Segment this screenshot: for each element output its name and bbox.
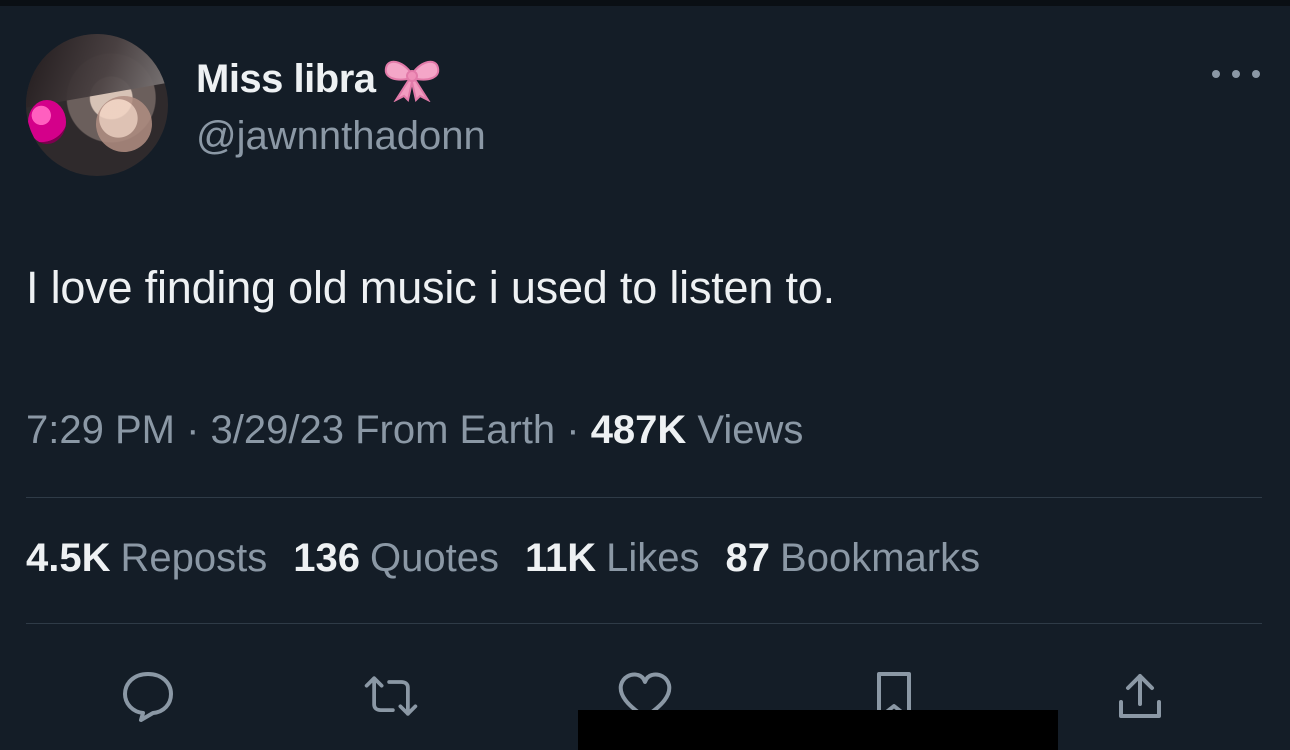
reposts-label: Reposts [120,536,268,580]
views-count: 487K [590,408,687,452]
quotes-stat[interactable]: 136 Quotes [293,536,499,581]
meta-separator: · [174,408,211,452]
reposts-count: 4.5K [26,536,111,580]
more-dots-icon[interactable] [1212,61,1260,87]
tweet-meta: 7:29 PM · 3/29/23 From Earth · 487K View… [26,408,803,453]
repost-button[interactable] [361,666,421,726]
avatar-hair [26,34,168,109]
likes-label: Likes [606,536,700,580]
likes-count: 11K [524,536,597,580]
engagement-stats: 4.5K Reposts 136 Quotes 11K Likes 87 Boo… [26,536,1006,581]
speech-bubble-icon [123,672,173,722]
avatar-pink-accent [28,100,66,144]
avatar-face [96,96,152,152]
tweet-date[interactable]: 3/29/23 [211,408,344,453]
avatar[interactable] [26,34,168,176]
bookmarks-label: Bookmarks [780,536,981,580]
tweet-source: From Earth [343,408,556,452]
redaction-bar [578,710,1058,750]
tweet-card: Miss libra @jawnnthadonn I love finding … [0,0,1290,750]
user-handle[interactable]: @jawnnthadonn [196,114,486,159]
tweet-time[interactable]: 7:29 PM [26,408,175,453]
likes-stat[interactable]: 11K Likes [525,536,700,581]
share-upload-icon [1119,674,1161,718]
quotes-count: 136 [293,536,360,580]
meta-separator: · [555,408,591,452]
share-button[interactable] [1110,666,1170,726]
author-name-row[interactable]: Miss libra [196,52,442,106]
display-name[interactable]: Miss libra [196,57,376,102]
ribbon-bow-icon [384,60,439,102]
bookmarks-stat[interactable]: 87 Bookmarks [726,536,981,581]
tweet-text: I love finding old music i used to liste… [26,262,835,313]
views-label: Views [686,408,804,452]
divider [26,623,1262,624]
bookmarks-count: 87 [725,536,771,580]
divider [26,497,1262,498]
repost-arrows-icon [364,676,418,716]
top-edge [0,0,1290,6]
reply-button[interactable] [118,666,178,726]
reposts-stat[interactable]: 4.5K Reposts [26,536,267,581]
quotes-label: Quotes [370,536,499,580]
